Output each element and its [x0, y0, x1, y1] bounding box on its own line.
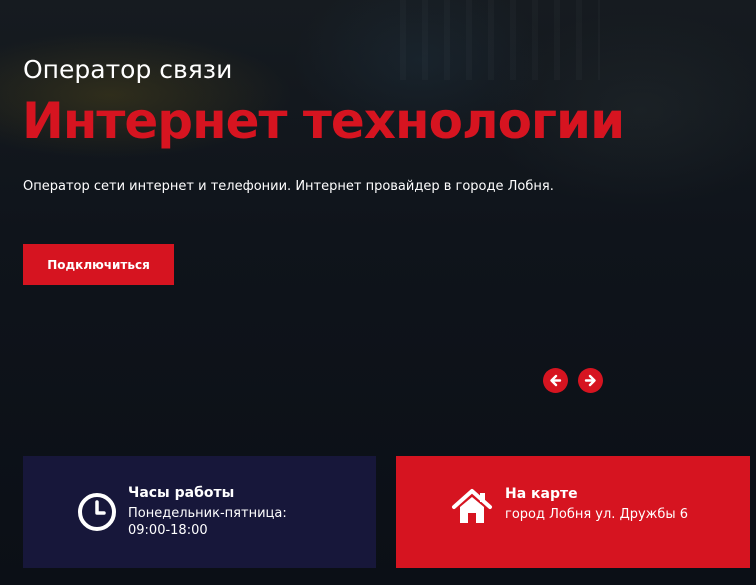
working-hours-text: Часы работы Понедельник-пятница: 09:00-1… [128, 485, 287, 539]
home-icon [450, 487, 494, 527]
working-days: Понедельник-пятница: [128, 506, 287, 521]
map-title: На карте [505, 486, 578, 502]
map-address: город Лобня ул. Дружбы 6 [505, 507, 689, 522]
hero-title: Интернет технологии [22, 92, 625, 150]
hero-subtitle: Оператор связи [23, 55, 233, 84]
slider-prev-button[interactable] [543, 368, 568, 393]
arrow-right-icon [584, 374, 596, 387]
map-text: На карте город Лобня ул. Дружбы 6 [505, 486, 688, 523]
connect-button[interactable]: Подключиться [23, 244, 174, 285]
arrow-left-icon [550, 374, 562, 387]
map-card[interactable]: На карте город Лобня ул. Дружбы 6 [396, 456, 750, 568]
hero-background-texture [400, 0, 600, 80]
working-time: 09:00-18:00 [128, 523, 208, 538]
slider-next-button[interactable] [578, 368, 603, 393]
hero-description: Оператор сети интернет и телефонии. Инте… [23, 179, 554, 194]
working-hours-title: Часы работы [128, 485, 235, 501]
clock-icon [77, 492, 117, 532]
working-hours-card: Часы работы Понедельник-пятница: 09:00-1… [23, 456, 376, 568]
